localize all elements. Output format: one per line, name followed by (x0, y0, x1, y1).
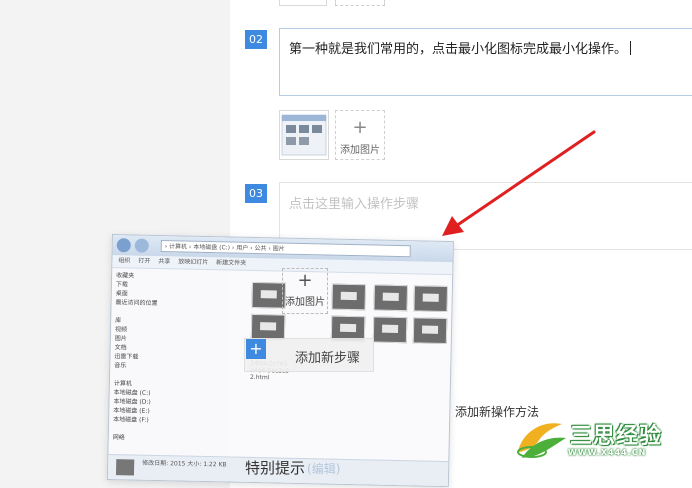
leaf-logo-icon (517, 423, 566, 458)
watermark-url: WWW.X444.CN (568, 448, 647, 457)
watermark-logo: 三思经验 WWW.X444.CN (512, 412, 682, 464)
watermark-brand: 三思经验 (570, 424, 663, 449)
